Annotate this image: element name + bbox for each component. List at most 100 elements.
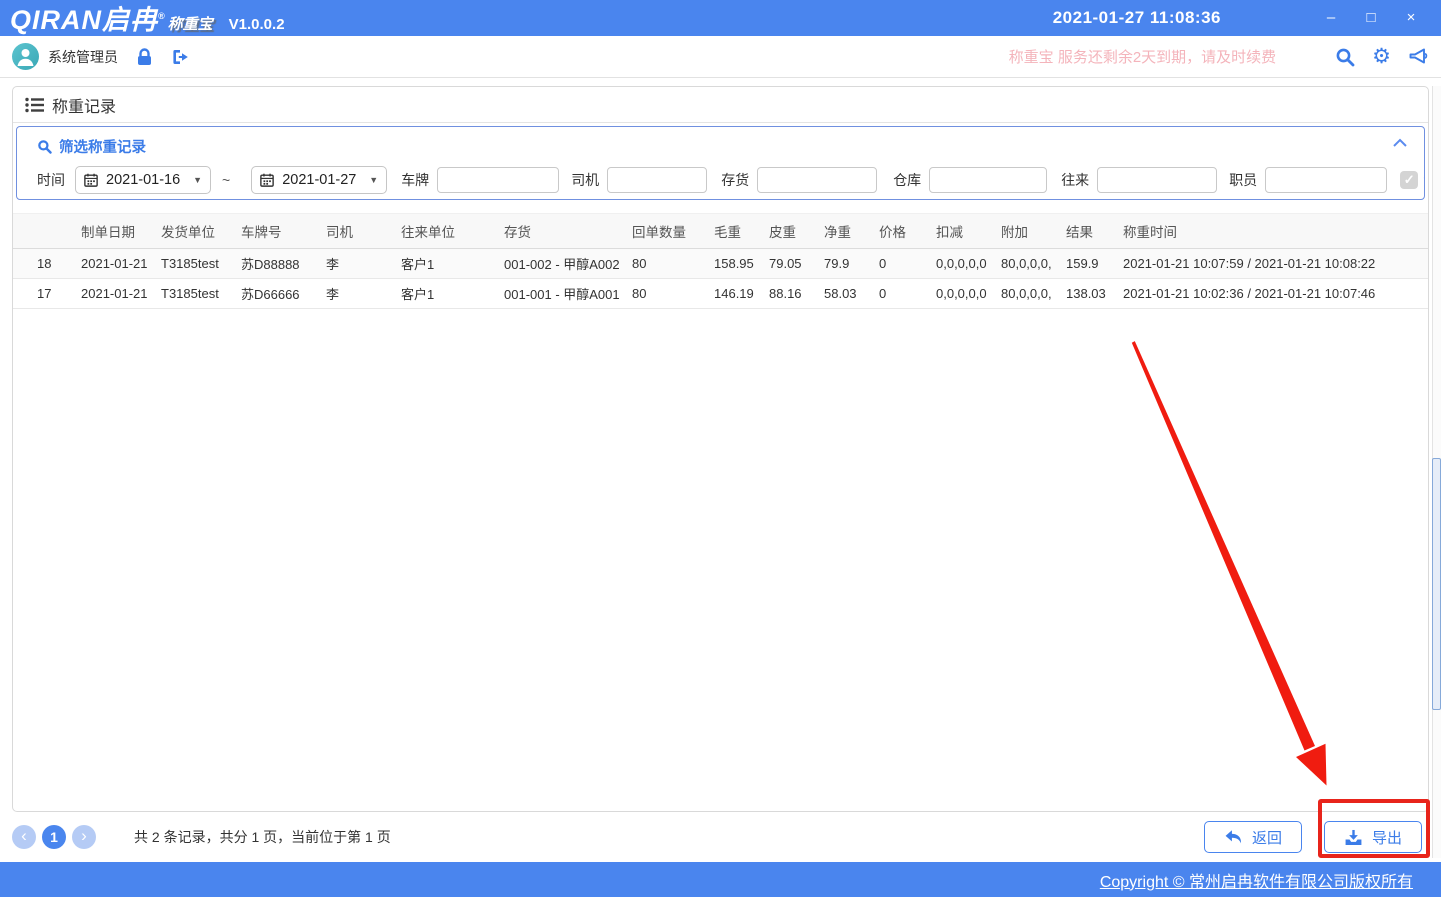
- contact-input[interactable]: [1097, 167, 1217, 193]
- chevron-down-icon: ▼: [369, 175, 378, 185]
- contact-label: 往来: [1061, 170, 1089, 190]
- page-header: 称重记录: [13, 87, 1428, 123]
- table-cell: 001-002 - 甲醇A002: [504, 249, 632, 279]
- staff-input[interactable]: [1265, 167, 1387, 193]
- search-icon: [37, 139, 52, 154]
- table-cell: 138.03: [1066, 279, 1123, 309]
- filter-title: 筛选称重记录: [59, 136, 146, 157]
- user-icon: [12, 43, 39, 70]
- table-cell: 客户1: [401, 249, 504, 279]
- table-cell: 2021-01-21: [81, 279, 161, 309]
- minimize-button[interactable]: –: [1311, 0, 1351, 36]
- copyright-link[interactable]: Copyright © 常州启冉软件有限公司版权所有: [1100, 868, 1413, 892]
- back-button-label: 返回: [1252, 827, 1282, 848]
- table-cell: 2021-01-21: [81, 249, 161, 279]
- column-header: 回单数量: [632, 214, 714, 249]
- table-cell: 苏D66666: [241, 279, 326, 309]
- table-cell: 17: [13, 279, 81, 309]
- table-row[interactable]: 172021-01-21T3185test苏D66666李客户1001-001 …: [13, 279, 1428, 309]
- table-cell: 58.03: [824, 279, 879, 309]
- column-header: 往来单位: [401, 214, 504, 249]
- list-icon: [25, 97, 44, 113]
- vertical-scrollbar-thumb[interactable]: [1432, 458, 1441, 710]
- table-cell: 苏D88888: [241, 249, 326, 279]
- pagination-summary: 共 2 条记录，共分 1 页，当前位于第 1 页: [134, 827, 391, 847]
- column-header: 扣减: [936, 214, 1001, 249]
- date-from-value: 2021-01-16: [106, 172, 180, 188]
- column-header: 司机: [326, 214, 401, 249]
- chevron-up-icon[interactable]: [1392, 138, 1408, 148]
- page-title: 称重记录: [52, 93, 116, 117]
- warehouse-label: 仓库: [893, 170, 921, 190]
- table-cell: T3185test: [161, 249, 241, 279]
- calendar-icon: [84, 173, 98, 187]
- plate-input[interactable]: [437, 167, 559, 193]
- current-page-button[interactable]: 1: [42, 825, 66, 849]
- driver-label: 司机: [571, 170, 599, 190]
- column-header: 制单日期: [81, 214, 161, 249]
- search-icon[interactable]: [1335, 47, 1355, 67]
- export-button[interactable]: 导出: [1324, 821, 1422, 853]
- table-row[interactable]: 182021-01-21T3185test苏D88888李客户1001-002 …: [13, 249, 1428, 279]
- filter-panel: 筛选称重记录 时间 2021-01-16 ▼ ~: [16, 126, 1425, 200]
- table-cell: 88.16: [769, 279, 824, 309]
- gear-icon[interactable]: ⚙: [1372, 47, 1391, 67]
- date-to-picker[interactable]: 2021-01-27 ▼: [251, 166, 387, 194]
- column-header: 车牌号: [241, 214, 326, 249]
- inventory-input[interactable]: [757, 167, 877, 193]
- table-body: 182021-01-21T3185test苏D88888李客户1001-002 …: [13, 249, 1428, 309]
- column-header: 发货单位: [161, 214, 241, 249]
- table-header-row: 制单日期发货单位车牌号司机往来单位存货回单数量毛重皮重净重价格扣减附加结果称重时…: [13, 214, 1428, 249]
- next-page-button[interactable]: ›: [72, 825, 96, 849]
- avatar[interactable]: [12, 43, 39, 70]
- table-cell: 001-001 - 甲醇A001: [504, 279, 632, 309]
- column-header: 附加: [1001, 214, 1066, 249]
- weighing-records-table: 制单日期发货单位车牌号司机往来单位存货回单数量毛重皮重净重价格扣减附加结果称重时…: [13, 213, 1428, 309]
- maximize-button[interactable]: □: [1351, 0, 1391, 36]
- table-cell: 2021-01-21 10:07:59 / 2021-01-21 10:08:2…: [1123, 249, 1428, 279]
- column-header: 价格: [879, 214, 936, 249]
- date-to-value: 2021-01-27: [282, 172, 356, 188]
- logo-text: QIRAN启冉®: [10, 0, 166, 38]
- table-cell: 79.9: [824, 249, 879, 279]
- table-cell: 159.9: [1066, 249, 1123, 279]
- table-cell: 18: [13, 249, 81, 279]
- column-header: 毛重: [714, 214, 769, 249]
- logo-badge: 称重宝: [168, 13, 213, 34]
- table-cell: 158.95: [714, 249, 769, 279]
- inventory-label: 存货: [721, 170, 749, 190]
- title-bar: QIRAN启冉® 称重宝 V1.0.0.2 2021-01-27 11:08:3…: [0, 0, 1441, 36]
- close-button[interactable]: ×: [1391, 0, 1431, 36]
- user-bar: 系统管理员 称重宝 服务还剩余2天到期，请及时续费 ⚙: [0, 36, 1441, 78]
- table-cell: T3185test: [161, 279, 241, 309]
- prev-page-button[interactable]: ‹: [12, 825, 36, 849]
- table-cell: 80: [632, 279, 714, 309]
- filter-row: 时间 2021-01-16 ▼ ~: [17, 166, 1424, 194]
- table-cell: 0,0,0,0,0: [936, 279, 1001, 309]
- megaphone-icon[interactable]: [1408, 47, 1429, 66]
- date-range-separator: ~: [222, 172, 230, 188]
- date-from-picker[interactable]: 2021-01-16 ▼: [75, 166, 211, 194]
- logout-icon[interactable]: [171, 48, 191, 66]
- include-checkbox[interactable]: ✓: [1400, 171, 1418, 189]
- calendar-icon: [260, 173, 274, 187]
- column-header: 净重: [824, 214, 879, 249]
- table-cell: 李: [326, 249, 401, 279]
- chevron-down-icon: ▼: [193, 175, 202, 185]
- driver-input[interactable]: [607, 167, 707, 193]
- warehouse-input[interactable]: [929, 167, 1047, 193]
- back-button[interactable]: 返回: [1204, 821, 1302, 853]
- column-header: 结果: [1066, 214, 1123, 249]
- app-logo: QIRAN启冉® 称重宝 V1.0.0.2: [10, 0, 285, 38]
- column-header: 称重时间: [1123, 214, 1428, 249]
- back-arrow-icon: [1224, 829, 1243, 845]
- table-cell: 0: [879, 249, 936, 279]
- clock: 2021-01-27 11:08:36: [1053, 8, 1221, 28]
- main-content-card: 称重记录 筛选称重记录 时间: [12, 86, 1429, 812]
- registered-mark: ®: [158, 11, 166, 21]
- current-user-label: 系统管理员: [48, 47, 118, 67]
- table-cell: 80,0,0,0,: [1001, 279, 1066, 309]
- lock-icon[interactable]: [136, 48, 153, 66]
- table-cell: 李: [326, 279, 401, 309]
- table-cell: 2021-01-21 10:02:36 / 2021-01-21 10:07:4…: [1123, 279, 1428, 309]
